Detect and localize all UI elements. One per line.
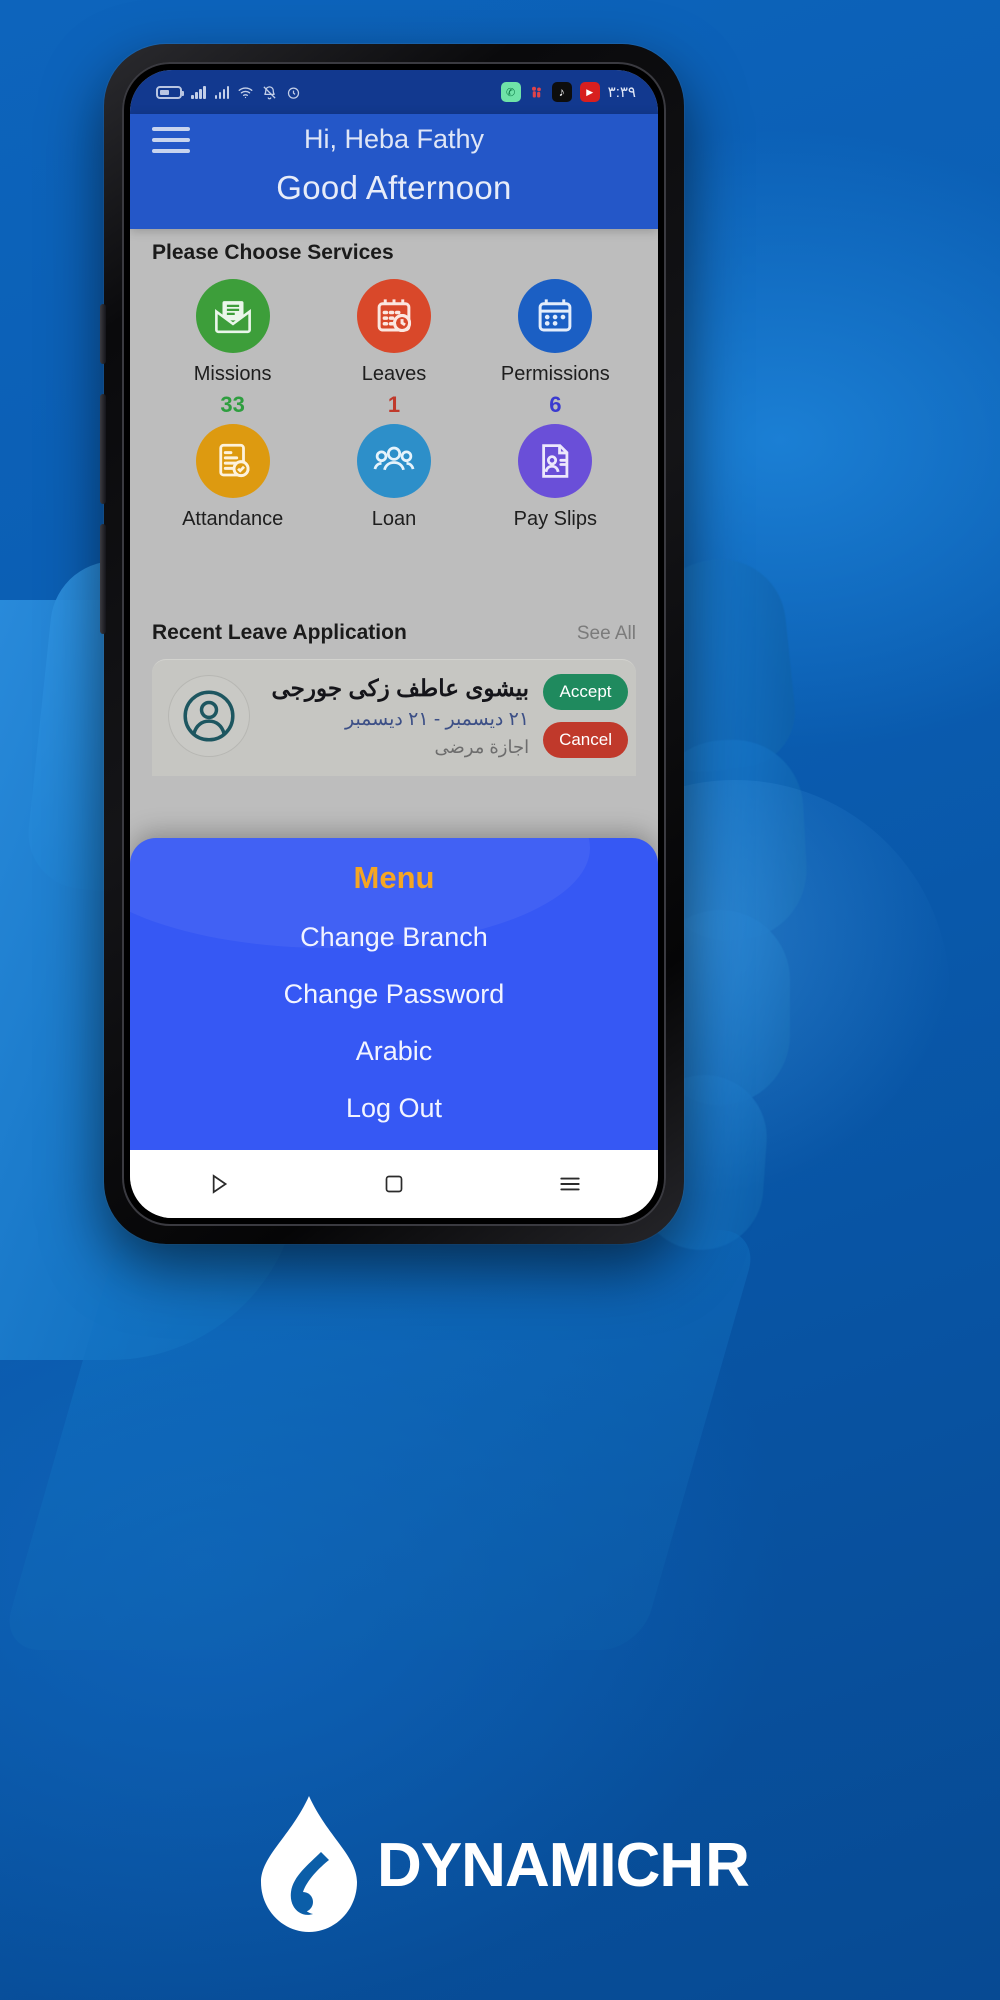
service-label: Missions: [193, 363, 272, 385]
notification-icon: [531, 86, 541, 97]
phone-bezel: ✆ ♪ ▶ ٣:٣٩ Hi, Heba Fathy Good Afternoon…: [122, 62, 666, 1226]
cancel-button[interactable]: Cancel: [543, 722, 628, 758]
service-count: 1: [387, 392, 401, 417]
status-bar-right: ✆ ♪ ▶ ٣:٣٩: [500, 82, 636, 102]
services-title: Please Choose Services: [152, 241, 394, 264]
brand-lockup: DYNAMICHR: [0, 1790, 1000, 1940]
leave-actions: Accept Cancel: [543, 674, 628, 758]
leave-employee-name: بيشوى عاطف زكى جورجى: [271, 674, 530, 701]
square-home-icon[interactable]: [382, 1172, 406, 1196]
phone-screen: ✆ ♪ ▶ ٣:٣٩ Hi, Heba Fathy Good Afternoon…: [130, 70, 658, 1218]
service-count: 6: [549, 392, 562, 417]
service-tile-missions[interactable]: Missions 33: [152, 279, 313, 424]
menu-item-log-out[interactable]: Log Out: [130, 1093, 658, 1124]
menu-bottom-sheet: Menu Change Branch Change Password Arabi…: [130, 838, 658, 1150]
mail-document-icon: [195, 279, 270, 353]
payslip-person-icon: [518, 424, 593, 498]
user-avatar-icon: [168, 675, 250, 757]
service-label: Permissions: [500, 363, 610, 385]
leave-date-range: ٢١ ديسمبر - ٢١ ديسمبر: [344, 708, 530, 730]
service-count: 33: [220, 392, 245, 417]
alarm-icon: [287, 87, 300, 99]
phone-volume-down-button: [100, 524, 106, 634]
calendar-clock-icon: [356, 279, 431, 353]
tiktok-icon: ♪: [551, 82, 572, 102]
services-grid: Missions 33 Leaves 1 Permissions 6 Attan…: [152, 279, 636, 569]
hamburger-icon[interactable]: [152, 126, 190, 153]
whatsapp-icon: ✆: [500, 82, 521, 102]
service-tile-leaves[interactable]: Leaves 1: [313, 279, 474, 424]
service-count: [152, 537, 313, 563]
see-all-link[interactable]: See All: [577, 623, 636, 645]
document-check-icon: [195, 424, 270, 498]
menu-item-arabic[interactable]: Arabic: [130, 1036, 658, 1067]
triangle-back-icon[interactable]: [205, 1171, 231, 1197]
phone-volume-up-button: [100, 394, 106, 504]
calendar-dots-icon: [518, 279, 593, 353]
greeting-text: Hi, Heba Fathy: [303, 124, 485, 154]
service-count: [475, 537, 636, 563]
service-label: Leaves: [361, 363, 427, 385]
service-count: [313, 537, 474, 563]
signal-icon: [214, 85, 229, 99]
bell-off-icon: [263, 85, 276, 99]
dynamic-drop-logo: [261, 1796, 358, 1932]
android-nav-bar: [130, 1150, 658, 1218]
service-label: Pay Slips: [513, 508, 597, 530]
brand-name-main: DYNAMIC: [377, 1830, 660, 1900]
youtube-icon: ▶: [579, 82, 600, 102]
phone-side-button: [100, 304, 106, 364]
service-tile-pay-slips[interactable]: Pay Slips: [475, 424, 636, 569]
header-row: Hi, Heba Fathy: [130, 124, 658, 155]
status-bar-clock: ٣:٣٩: [607, 84, 636, 101]
brand-name: DYNAMICHR: [377, 1830, 751, 1901]
battery-icon: [156, 85, 184, 99]
service-label: Attandance: [182, 508, 284, 530]
app-header: Hi, Heba Fathy Good Afternoon: [130, 114, 658, 229]
status-bar-left: [156, 85, 301, 100]
signal-icon: [191, 85, 206, 99]
greeting-subtitle: Good Afternoon: [276, 169, 512, 206]
wifi-icon: [238, 86, 253, 98]
menu-item-change-password[interactable]: Change Password: [130, 979, 658, 1010]
menu-title: Menu: [353, 860, 435, 895]
service-label: Loan: [371, 508, 417, 530]
hand-wrist: [0, 1230, 761, 1650]
leave-application-card[interactable]: بيشوى عاطف زكى جورجى ٢١ ديسمبر - ٢١ ديسم…: [152, 659, 636, 776]
menu-item-change-branch[interactable]: Change Branch: [130, 922, 658, 953]
service-tile-attandance[interactable]: Attandance: [152, 424, 313, 569]
recent-section-header: Recent Leave Application See All: [152, 621, 636, 645]
brand-name-suffix: HR: [659, 1830, 751, 1900]
recent-title: Recent Leave Application: [152, 621, 407, 644]
service-tile-loan[interactable]: Loan: [313, 424, 474, 569]
service-tile-permissions[interactable]: Permissions 6: [475, 279, 636, 424]
lines-recents-icon[interactable]: [557, 1171, 583, 1197]
accept-button[interactable]: Accept: [543, 674, 628, 710]
leave-details: بيشوى عاطف زكى جورجى ٢١ ديسمبر - ٢١ ديسم…: [264, 675, 529, 758]
group-people-icon: [356, 424, 431, 498]
leave-type: اجازة مرضى: [434, 736, 530, 757]
phone-mockup: ✆ ♪ ▶ ٣:٣٩ Hi, Heba Fathy Good Afternoon…: [100, 44, 684, 1244]
status-bar: ✆ ♪ ▶ ٣:٣٩: [130, 70, 658, 114]
